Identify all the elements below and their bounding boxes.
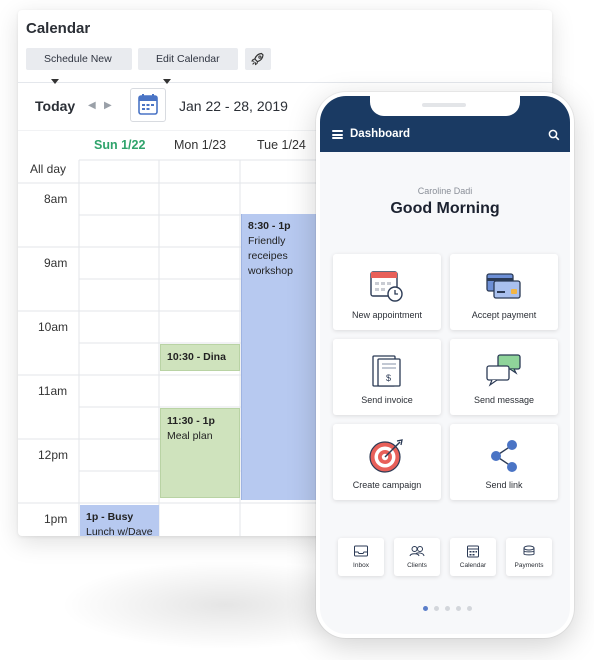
tile-label: Create campaign — [352, 480, 422, 490]
event-title-line: receipes — [248, 250, 288, 262]
day-header-mon[interactable]: Mon 1/23 — [174, 138, 226, 152]
share-icon — [491, 440, 517, 472]
event-title-line: Lunch w/Dave — [86, 526, 153, 536]
send-link-tile[interactable]: Send link — [450, 424, 558, 500]
bottom-nav-clients[interactable]: Clients — [394, 538, 440, 576]
bottom-nav-label: Payments — [514, 562, 544, 569]
hour-label: 1pm — [44, 512, 68, 526]
day-header-tue[interactable]: Tue 1/24 — [257, 138, 306, 152]
inbox-icon — [354, 545, 368, 557]
phone-frame: Dashboard Caroline Dadi Good Morning New… — [316, 92, 574, 638]
event-title-line: Friendly — [248, 235, 286, 247]
all-day-label: All day — [30, 162, 67, 176]
menu-icon[interactable] — [332, 130, 343, 139]
user-name: Caroline Dadi — [417, 186, 473, 196]
date-range-label: Jan 22 - 28, 2019 — [179, 98, 288, 114]
event-title-line: Meal plan — [167, 430, 213, 442]
schedule-new-button[interactable]: Schedule New — [26, 48, 132, 84]
bottom-nav-payments[interactable]: Payments — [506, 538, 552, 576]
today-button[interactable]: Today — [35, 98, 75, 114]
accept-payment-tile[interactable]: Accept payment — [450, 254, 558, 330]
target-icon — [369, 439, 403, 473]
bottom-nav-label: Clients — [407, 562, 427, 569]
tile-label: Accept payment — [471, 310, 537, 320]
event-time: 1p - Busy — [86, 511, 134, 523]
phone-notch — [370, 96, 520, 116]
rocket-button[interactable] — [245, 48, 271, 70]
greeting: Good Morning — [390, 200, 500, 217]
new-appointment-tile[interactable]: New appointment — [333, 254, 441, 330]
bottom-nav-calendar[interactable]: Calendar — [450, 538, 496, 576]
invoice-icon: $ — [372, 355, 401, 387]
calendar-icon — [467, 545, 479, 558]
calendar-icon — [138, 94, 158, 115]
speaker-bar — [422, 103, 466, 107]
prev-week-arrow[interactable]: ◀ — [88, 100, 96, 111]
dashboard-title: Dashboard — [350, 128, 411, 140]
event-dina[interactable]: 10:30 - Dina — [160, 344, 240, 371]
edit-calendar-button[interactable]: Edit Calendar — [138, 48, 238, 84]
hour-label: 11am — [38, 384, 68, 398]
tile-label: New appointment — [351, 310, 423, 320]
tile-label: Send invoice — [361, 395, 413, 405]
page-dot[interactable] — [467, 606, 472, 611]
bottom-nav-label: Inbox — [353, 562, 369, 569]
event-title-line: workshop — [248, 265, 293, 277]
search-icon[interactable] — [548, 129, 560, 141]
tile-label: Send message — [473, 395, 535, 405]
event-lunch-dave[interactable]: 1p - Busy Lunch w/Dave — [80, 505, 159, 536]
page-dot[interactable] — [423, 606, 428, 611]
rocket-icon — [251, 52, 264, 66]
credit-cards-icon — [486, 273, 521, 299]
event-meal-plan[interactable]: 11:30 - 1p Meal plan — [160, 408, 240, 498]
next-week-arrow[interactable]: ▶ — [104, 100, 112, 111]
page-indicator — [423, 606, 483, 612]
create-campaign-tile[interactable]: Create campaign — [333, 424, 441, 500]
schedule-new-label: Schedule New — [44, 53, 112, 65]
hour-label: 10am — [38, 320, 69, 334]
calendar-header: Calendar Schedule New Edit Calendar — [18, 10, 552, 84]
payments-icon — [523, 545, 535, 556]
edit-calendar-label: Edit Calendar — [156, 53, 220, 65]
tile-label: Send link — [485, 480, 523, 490]
calendar-clock-icon — [370, 271, 403, 302]
page-dot[interactable] — [445, 606, 450, 611]
event-time: 8:30 - 1p — [248, 220, 291, 232]
event-time: 10:30 - Dina — [167, 351, 226, 363]
bottom-nav-inbox[interactable]: Inbox — [338, 538, 384, 576]
calendar-title: Calendar — [26, 20, 91, 37]
send-invoice-tile[interactable]: $ Send invoice — [333, 339, 441, 415]
chat-bubbles-icon — [486, 354, 521, 387]
hour-label: 8am — [44, 192, 68, 206]
send-message-tile[interactable]: Send message — [450, 339, 558, 415]
hour-label: 12pm — [38, 448, 69, 462]
phone-screen: Dashboard Caroline Dadi Good Morning New… — [320, 96, 570, 634]
date-picker-button[interactable] — [130, 88, 166, 122]
clients-icon — [409, 546, 425, 557]
page-dot[interactable] — [456, 606, 461, 611]
dashboard-header: Dashboard — [320, 96, 570, 152]
event-time: 11:30 - 1p — [167, 415, 215, 427]
day-header-sun[interactable]: Sun 1/22 — [94, 138, 145, 152]
svg-text:$: $ — [386, 373, 391, 383]
event-friendly-recipes-workshop[interactable]: 8:30 - 1p Friendly receipes workshop — [241, 214, 321, 500]
hour-label: 9am — [44, 256, 68, 270]
page-dot[interactable] — [434, 606, 439, 611]
bottom-nav-label: Calendar — [459, 562, 487, 569]
